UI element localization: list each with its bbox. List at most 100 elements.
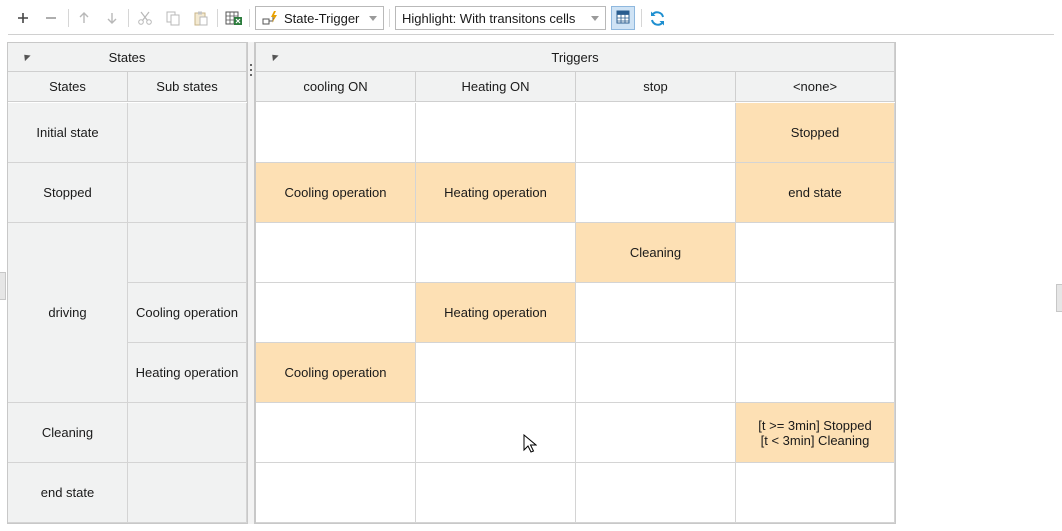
splitter-grip bbox=[250, 74, 252, 76]
collapse-icon[interactable] bbox=[21, 51, 31, 62]
transition-cell[interactable] bbox=[736, 223, 895, 283]
states-group-header[interactable]: States bbox=[8, 43, 247, 72]
export-icon[interactable] bbox=[223, 7, 245, 29]
trigger-label: cooling ON bbox=[303, 79, 368, 94]
panel-splitter[interactable] bbox=[247, 42, 255, 524]
state-label: Cleaning bbox=[41, 425, 94, 440]
transition-cell[interactable] bbox=[416, 403, 576, 463]
toolbar-divider bbox=[389, 9, 390, 27]
highlight-mode-value: Highlight: With transitons cells bbox=[402, 10, 576, 26]
transition-cell[interactable] bbox=[256, 223, 416, 283]
trigger-label: <none> bbox=[792, 79, 838, 94]
substate-label: Cooling operation bbox=[136, 305, 238, 320]
left-panel-handle[interactable] bbox=[0, 272, 6, 300]
state-row-header[interactable]: driving bbox=[8, 223, 128, 403]
splitter-grip bbox=[250, 69, 252, 71]
add-icon[interactable] bbox=[12, 7, 34, 29]
trigger-column-header[interactable]: <none> bbox=[736, 72, 895, 102]
highlight-mode-select[interactable]: Highlight: With transitons cells bbox=[395, 6, 606, 30]
transition-cell[interactable]: end state bbox=[736, 163, 895, 223]
transition-cell[interactable] bbox=[736, 463, 895, 523]
transition-target: Cleaning bbox=[629, 245, 682, 260]
transition-cell[interactable] bbox=[576, 343, 736, 403]
toolbar-divider bbox=[217, 9, 218, 27]
transition-cell[interactable] bbox=[576, 163, 736, 223]
toolbar-divider bbox=[249, 9, 250, 27]
transition-cell[interactable]: Heating operation bbox=[416, 163, 576, 223]
trigger-column-header[interactable]: cooling ON bbox=[256, 72, 416, 102]
view-mode-value: State-Trigger bbox=[284, 10, 360, 26]
transition-cell[interactable] bbox=[256, 403, 416, 463]
transition-cell[interactable] bbox=[256, 463, 416, 523]
transition-cell[interactable]: Cooling operation bbox=[256, 343, 416, 403]
state-row-header[interactable]: end state bbox=[8, 463, 128, 523]
move-up-icon[interactable] bbox=[73, 7, 95, 29]
transition-target: Cooling operation bbox=[284, 185, 387, 200]
transition-cell[interactable] bbox=[256, 103, 416, 163]
toolbar-divider bbox=[128, 9, 129, 27]
substate-row-header[interactable] bbox=[128, 103, 247, 163]
splitter-grip bbox=[250, 64, 252, 66]
transition-target: Heating operation bbox=[444, 185, 547, 200]
substate-row-header[interactable] bbox=[128, 163, 247, 223]
cut-icon[interactable] bbox=[134, 7, 156, 29]
state-row-header[interactable]: Initial state bbox=[8, 103, 128, 163]
table-view-toggle[interactable] bbox=[611, 6, 635, 30]
transition-cell[interactable] bbox=[416, 103, 576, 163]
refresh-icon[interactable] bbox=[646, 7, 668, 29]
transition-target: end state bbox=[788, 185, 842, 200]
state-label: Initial state bbox=[36, 125, 99, 140]
substate-row-header[interactable]: Heating operation bbox=[128, 343, 247, 403]
paste-icon[interactable] bbox=[190, 7, 212, 29]
mouse-cursor-icon bbox=[523, 433, 538, 457]
copy-icon[interactable] bbox=[162, 7, 184, 29]
view-mode-select[interactable]: State-Trigger bbox=[255, 6, 384, 30]
transition-target: Cooling operation bbox=[284, 365, 387, 380]
toolbar-divider bbox=[68, 9, 69, 27]
transition-cell[interactable] bbox=[576, 463, 736, 523]
trigger-label: stop bbox=[643, 79, 668, 94]
triggers-group-header[interactable]: Triggers bbox=[256, 43, 895, 72]
column-header-substates[interactable]: Sub states bbox=[128, 72, 247, 102]
toolbar-divider bbox=[641, 9, 642, 27]
collapse-icon[interactable] bbox=[269, 51, 279, 62]
states-group-title: States bbox=[108, 49, 146, 65]
state-label: end state bbox=[40, 485, 95, 500]
transition-cell[interactable] bbox=[416, 463, 576, 523]
transition-cell[interactable]: Cleaning bbox=[576, 223, 736, 283]
move-down-icon[interactable] bbox=[101, 7, 123, 29]
table-view-icon bbox=[616, 10, 630, 27]
trigger-label: Heating ON bbox=[461, 79, 530, 94]
transition-cell[interactable]: Heating operation bbox=[416, 283, 576, 343]
transition-cell[interactable] bbox=[736, 283, 895, 343]
transition-cell[interactable] bbox=[416, 343, 576, 403]
substate-row-header[interactable] bbox=[128, 223, 247, 283]
chevron-down-icon bbox=[591, 16, 599, 21]
transition-cell[interactable]: [t >= 3min] Stopped [t < 3min] Cleaning bbox=[736, 403, 895, 463]
state-row-header[interactable]: Stopped bbox=[8, 163, 128, 223]
transition-cell[interactable] bbox=[736, 343, 895, 403]
transition-cell[interactable] bbox=[576, 103, 736, 163]
transition-cell[interactable] bbox=[576, 403, 736, 463]
transition-cell[interactable]: Cooling operation bbox=[256, 163, 416, 223]
transition-cell[interactable] bbox=[576, 283, 736, 343]
state-label: driving bbox=[48, 305, 87, 320]
substate-row-header[interactable] bbox=[128, 403, 247, 463]
column-header-states[interactable]: States bbox=[8, 72, 128, 102]
substate-label: Heating operation bbox=[135, 365, 239, 380]
transition-cell[interactable]: Stopped bbox=[736, 103, 895, 163]
triggers-group-title: Triggers bbox=[551, 49, 599, 65]
substate-row-header[interactable] bbox=[128, 463, 247, 523]
trigger-column-header[interactable]: stop bbox=[576, 72, 736, 102]
state-row-header[interactable]: Cleaning bbox=[8, 403, 128, 463]
column-header-label: States bbox=[49, 79, 86, 94]
remove-icon[interactable] bbox=[40, 7, 62, 29]
right-panel-handle[interactable] bbox=[1056, 284, 1062, 312]
toolbar-separator bbox=[8, 34, 1054, 35]
trigger-column-header[interactable]: Heating ON bbox=[416, 72, 576, 102]
transition-cell[interactable] bbox=[416, 223, 576, 283]
substate-row-header[interactable]: Cooling operation bbox=[128, 283, 247, 343]
transition-cell[interactable] bbox=[256, 283, 416, 343]
transition-target: Heating operation bbox=[444, 305, 547, 320]
state-label: Stopped bbox=[43, 185, 92, 200]
